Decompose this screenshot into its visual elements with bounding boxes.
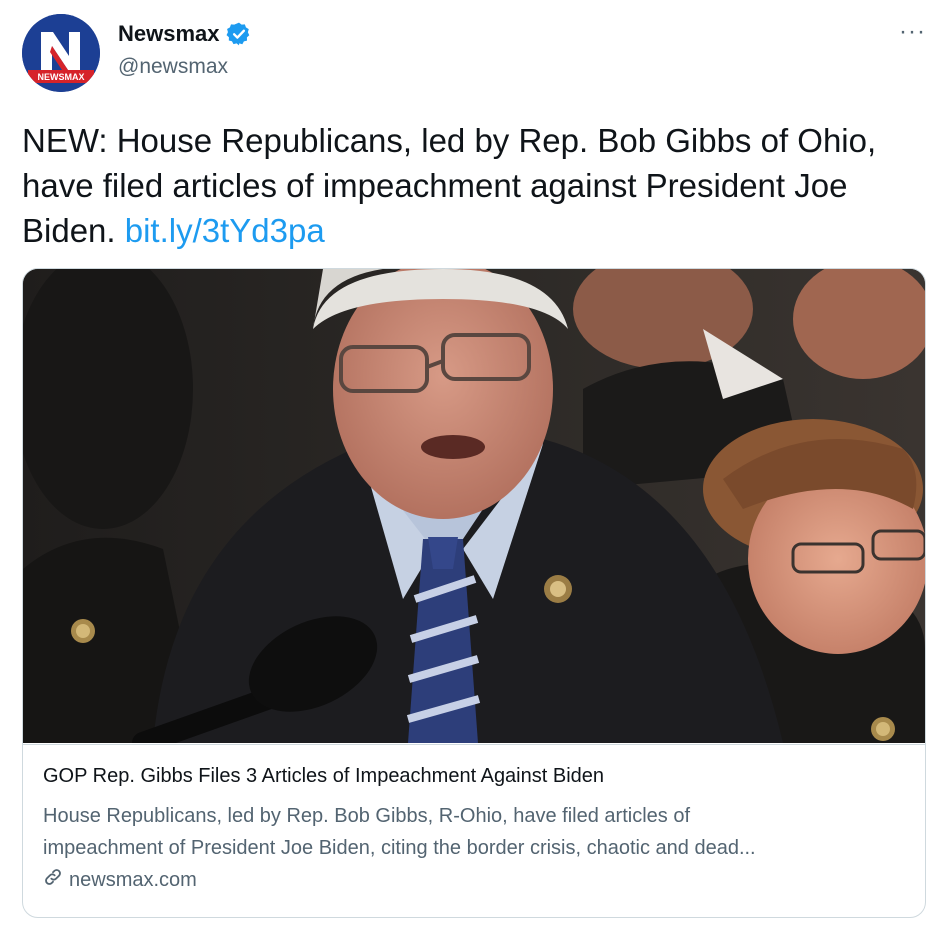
card-description-line: House Republicans, led by Rep. Bob Gibbs…	[43, 805, 691, 827]
account-name-row[interactable]: Newsmax	[118, 21, 252, 47]
link-icon	[43, 867, 63, 893]
link-preview-card[interactable]: GOP Rep. Gibbs Files 3 Articles of Impea…	[22, 268, 926, 918]
avatar-logo-text: NEWSMAX	[38, 72, 85, 82]
display-name[interactable]: Newsmax	[118, 21, 220, 47]
card-domain-text: newsmax.com	[69, 868, 197, 891]
card-title[interactable]: GOP Rep. Gibbs Files 3 Articles of Impea…	[43, 765, 604, 788]
verified-badge-icon	[226, 21, 252, 47]
card-description: House Republicans, led by Rep. Bob Gibbs…	[43, 800, 905, 864]
handle[interactable]: @newsmax	[118, 55, 228, 79]
more-options-icon[interactable]: ···	[899, 20, 926, 44]
card-description-line: impeachment of President Joe Biden, citi…	[43, 837, 756, 859]
avatar[interactable]: NEWSMAX	[22, 14, 100, 92]
rep-gibbs-photo	[23, 269, 925, 743]
newsmax-logo-icon: NEWSMAX	[22, 14, 100, 92]
tweet-text: NEW: House Republicans, led by Rep. Bob …	[22, 118, 922, 253]
tweet-link[interactable]: bit.ly/3tYd3pa	[125, 212, 325, 249]
card-image[interactable]	[23, 269, 925, 743]
card-domain[interactable]: newsmax.com	[43, 867, 197, 893]
card-body[interactable]: GOP Rep. Gibbs Files 3 Articles of Impea…	[23, 744, 925, 917]
